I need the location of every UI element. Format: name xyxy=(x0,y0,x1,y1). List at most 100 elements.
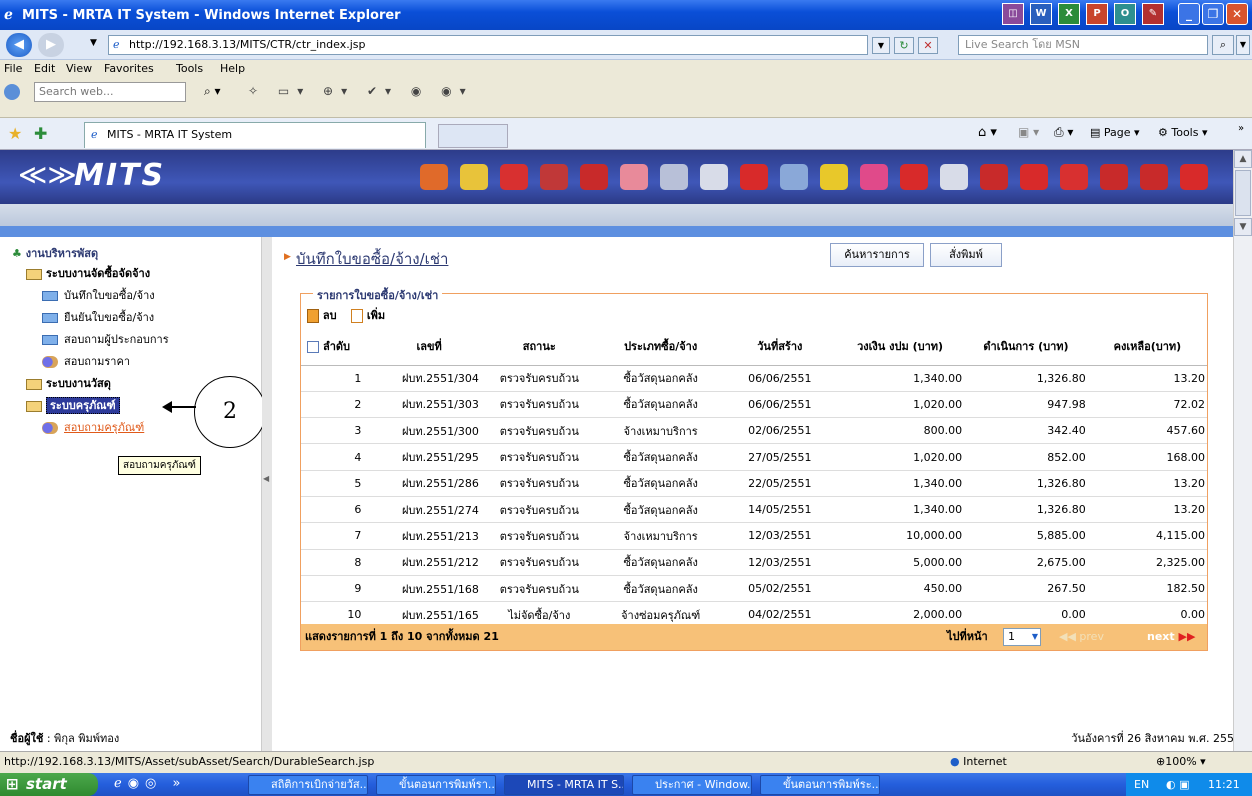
stop-icon[interactable]: ✕ xyxy=(918,37,938,54)
cell-number[interactable]: ฝบท.2551/168 xyxy=(377,575,481,603)
tree-group-materials[interactable]: ระบบงานวัสดุ xyxy=(26,374,111,392)
taskbar-item-3[interactable]: MITS - MRTA IT S... xyxy=(504,775,624,795)
menu-tools[interactable]: Tools xyxy=(176,62,203,75)
tree-root[interactable]: ♣ งานบริหารพัสดุ xyxy=(12,244,98,262)
tab-mits[interactable]: ℯ MITS - MRTA IT System xyxy=(84,122,426,148)
start-button[interactable]: ⊞ start xyxy=(0,773,98,796)
scroll-thumb[interactable] xyxy=(1235,170,1251,216)
table-row[interactable]: 1 ฝบท.2551/304 ตรวจรับครบถ้วน ซื้อวัสดุนอกค… xyxy=(301,365,1207,392)
cell-number[interactable]: ฝบท.2551/303 xyxy=(377,391,481,419)
quick-launch-icons[interactable]: ℯ◉◎ » xyxy=(114,776,186,791)
delete-action[interactable]: ลบ xyxy=(307,306,337,324)
table-row[interactable]: 7 ฝบท.2551/213 ตรวจรับครบถ้วน จ้างเหมาบริกา… xyxy=(301,522,1207,550)
module-icon-7[interactable] xyxy=(660,164,688,190)
search-icon[interactable]: ⌕ xyxy=(1212,35,1234,55)
vertical-scrollbar[interactable]: ▲ ▼ xyxy=(1233,150,1252,751)
table-row[interactable]: 4 ฝบท.2551/295 ตรวจรับครบถ้วน ซื้อวัสดุนอกค… xyxy=(301,443,1207,471)
minimize-button[interactable]: _ xyxy=(1178,3,1200,25)
cell-number[interactable]: ฝบท.2551/274 xyxy=(377,496,481,524)
table-row[interactable]: 6 ฝบท.2551/274 ตรวจรับครบถ้วน ซื้อวัสดุนอกค… xyxy=(301,496,1207,524)
module-icon-3[interactable] xyxy=(500,164,528,190)
module-icon-18[interactable] xyxy=(1100,164,1128,190)
outlook-icon[interactable]: O xyxy=(1114,3,1136,25)
add-action[interactable]: เพิ่ม xyxy=(351,306,385,324)
table-row[interactable]: 9 ฝบท.2551/168 ตรวจรับครบถ้วน ซื้อวัสดุนอกค… xyxy=(301,575,1207,603)
word-icon[interactable]: W xyxy=(1030,3,1052,25)
prev-link[interactable]: ◀◀ prev xyxy=(1059,624,1104,650)
cell-number[interactable]: ฝบท.2551/213 xyxy=(377,522,481,550)
menu-file[interactable]: File xyxy=(4,62,22,75)
module-icon-14[interactable] xyxy=(940,164,968,190)
forward-button[interactable]: ▶ xyxy=(38,33,64,57)
menu-help[interactable]: Help xyxy=(220,62,245,75)
module-icon-13[interactable] xyxy=(900,164,928,190)
tree-item-query-vendor[interactable]: สอบถามผู้ประกอบการ xyxy=(42,330,169,348)
close-button[interactable]: ✕ xyxy=(1226,3,1248,25)
module-icon-6[interactable] xyxy=(620,164,648,190)
address-dropdown-icon[interactable]: ▼ xyxy=(872,37,890,54)
back-button[interactable]: ◀ xyxy=(6,33,32,57)
cell-number[interactable]: ฝบท.2551/286 xyxy=(377,470,481,497)
select-all-checkbox[interactable] xyxy=(307,341,319,354)
page-menu[interactable]: ▤ Page ▾ xyxy=(1090,126,1140,139)
tools-menu[interactable]: ⚙ Tools ▾ xyxy=(1158,126,1208,139)
menu-favorites[interactable]: Favorites xyxy=(104,62,154,75)
web-search-input[interactable]: Search web... xyxy=(34,82,186,102)
module-icon-4[interactable] xyxy=(540,164,568,190)
next-link[interactable]: next ▶▶ xyxy=(1147,624,1195,650)
app-icon-1[interactable]: ◫ xyxy=(1002,3,1024,25)
menu-view[interactable]: View xyxy=(66,62,92,75)
taskbar-item-1[interactable]: สถิติการเบิกจ่ายวัส... xyxy=(248,775,368,795)
menu-edit[interactable]: Edit xyxy=(34,62,55,75)
module-icon-20[interactable] xyxy=(1180,164,1208,190)
maximize-button[interactable]: ❐ xyxy=(1202,3,1224,25)
tree-group-procurement[interactable]: ระบบงานจัดซื้อจัดจ้าง xyxy=(26,264,150,282)
tree-item-query-price[interactable]: สอบถามราคา xyxy=(42,352,130,370)
cell-number[interactable]: ฝบท.2551/300 xyxy=(377,417,481,445)
powerpoint-icon[interactable]: P xyxy=(1086,3,1108,25)
toolbar-button-icons[interactable]: ✧ ▭▾ ⊕▾ ✔▾ ◉ ◉▾ xyxy=(248,84,474,98)
tray-icons[interactable]: ◐ ▣ xyxy=(1166,773,1190,796)
print-button[interactable]: สั่งพิมพ์ xyxy=(930,243,1002,267)
taskbar-item-5[interactable]: ขั้นตอนการพิมพ์ระ... xyxy=(760,775,880,795)
print-icon[interactable]: ⎙ ▾ xyxy=(1054,125,1073,140)
favorites-star-icon[interactable]: ★ xyxy=(8,124,22,143)
scroll-up-icon[interactable]: ▲ xyxy=(1234,150,1252,168)
excel-icon[interactable]: X xyxy=(1058,3,1080,25)
toolbar-search-icon[interactable]: ⌕ ▾ xyxy=(204,84,221,99)
module-icon-9[interactable] xyxy=(740,164,768,190)
module-icon-8[interactable] xyxy=(700,164,728,190)
toolbar-chevron-icon[interactable]: » xyxy=(1238,123,1244,134)
module-icon-12[interactable] xyxy=(860,164,888,190)
cell-number[interactable]: ฝบท.2551/304 xyxy=(377,365,481,392)
new-tab-button[interactable] xyxy=(438,124,508,148)
sidebar-collapse-handle[interactable]: ◀ xyxy=(262,237,272,751)
language-indicator[interactable]: EN xyxy=(1134,773,1149,796)
add-favorites-icon[interactable]: ✚ xyxy=(34,124,47,143)
table-row[interactable]: 3 ฝบท.2551/300 ตรวจรับครบถ้วน จ้างเหมาบริกา… xyxy=(301,417,1207,445)
search-list-button[interactable]: ค้นหารายการ xyxy=(830,243,924,267)
zoom-control[interactable]: ⊕100% ▾ xyxy=(1156,752,1206,772)
page-select[interactable]: 1 ▼ xyxy=(1003,628,1041,646)
tree-item-query-durables[interactable]: สอบถามครุภัณฑ์ xyxy=(42,418,144,436)
live-search-input[interactable]: Live Search โดย MSN xyxy=(958,35,1208,55)
table-row[interactable]: 2 ฝบท.2551/303 ตรวจรับครบถ้วน ซื้อวัสดุนอกค… xyxy=(301,391,1207,419)
scroll-down-icon[interactable]: ▼ xyxy=(1234,218,1252,236)
search-options-icon[interactable]: ▼ xyxy=(1236,35,1250,55)
address-field[interactable]: ℯ http://192.168.3.13/MITS/CTR/ctr_index… xyxy=(108,35,868,55)
tree-item-record-request[interactable]: บันทึกใบขอซื้อ/จ้าง xyxy=(42,286,155,304)
feeds-icon[interactable]: ▣ ▾ xyxy=(1018,125,1039,139)
cell-number[interactable]: ฝบท.2551/295 xyxy=(377,443,481,471)
refresh-icon[interactable]: ↻ xyxy=(894,37,914,54)
module-icon-19[interactable] xyxy=(1140,164,1168,190)
module-icon-11[interactable] xyxy=(820,164,848,190)
home-icon[interactable]: ⌂ ▾ xyxy=(978,125,997,140)
table-row[interactable]: 5 ฝบท.2551/286 ตรวจรับครบถ้วน ซื้อวัสดุนอกค… xyxy=(301,470,1207,497)
module-icon-15[interactable] xyxy=(980,164,1008,190)
tree-item-confirm-request[interactable]: ยืนยันใบขอซื้อ/จ้าง xyxy=(42,308,154,326)
module-icon-10[interactable] xyxy=(780,164,808,190)
module-icon-5[interactable] xyxy=(580,164,608,190)
cell-number[interactable]: ฝบท.2551/212 xyxy=(377,549,481,576)
taskbar-item-4[interactable]: ประกาศ - Window... xyxy=(632,775,752,795)
module-icon-17[interactable] xyxy=(1060,164,1088,190)
